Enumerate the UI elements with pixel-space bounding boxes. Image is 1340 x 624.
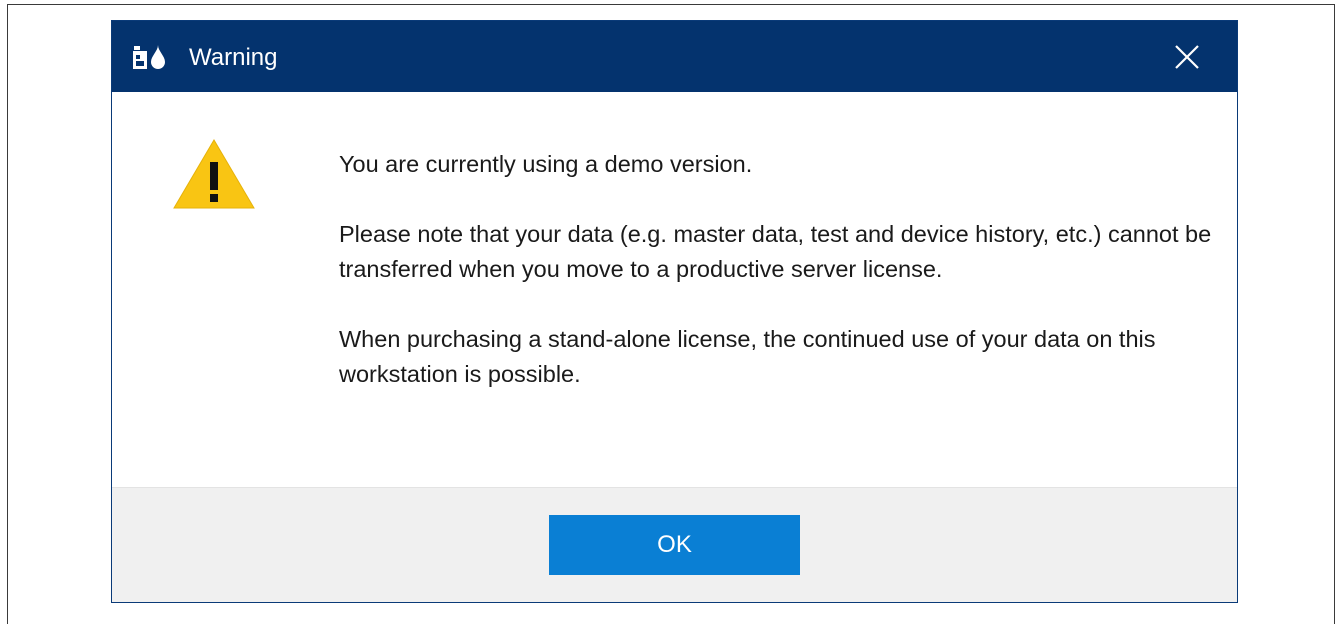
message-paragraph: When purchasing a stand-alone license, t…: [339, 326, 1156, 387]
message-paragraph: Please note that your data (e.g. master …: [339, 221, 1212, 282]
app-icon: [133, 45, 165, 69]
dialog-footer: OK: [112, 487, 1237, 602]
message-paragraph: You are currently using a demo version.: [339, 151, 753, 177]
dialog-title: Warning: [189, 44, 278, 71]
dialog-content: You are currently using a demo version. …: [112, 92, 1237, 487]
warning-icon: [173, 139, 255, 209]
ok-button[interactable]: OK: [549, 515, 800, 575]
title-bar: Warning: [112, 21, 1237, 92]
close-button[interactable]: [1137, 21, 1237, 92]
close-icon: [1175, 44, 1199, 69]
message-text: You are currently using a demo version. …: [339, 147, 1219, 427]
warning-dialog: Warning You are currently using a demo v…: [111, 20, 1238, 603]
